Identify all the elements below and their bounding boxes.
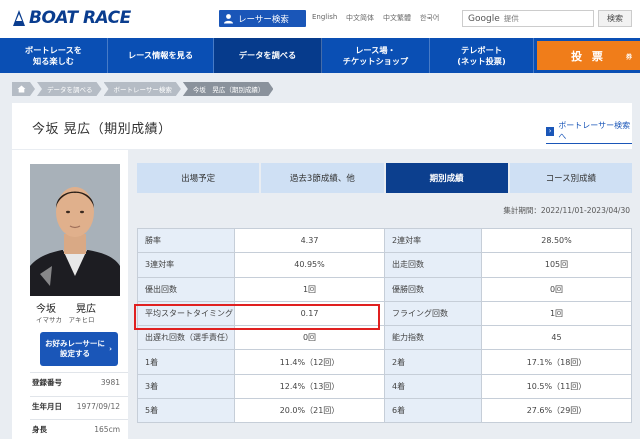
logo-icon [13,10,25,26]
racer-kana: イマサカ アキヒロ [36,316,95,324]
stat-label: 優出回数 [137,276,235,302]
breadcrumb-racer-search[interactable]: ボートレーサー検索 [104,82,181,96]
vote-label: 投 票 [571,49,606,63]
stat-label: 3連対率 [137,252,235,278]
stat-label: 勝率 [137,227,235,254]
stat-value: 28.50% [481,227,632,254]
racer-tabs: 出場予定 過去3節成績、他 期別成績 コース別成績 [137,163,632,193]
nav-data[interactable]: データを調べる [214,38,322,73]
chevron-right-icon: › [546,126,555,136]
breadcrumb-data[interactable]: データを調べる [37,82,102,96]
nav-teleboat[interactable]: テレボート (ネット投票) [430,38,534,73]
lang-english[interactable]: English [312,13,337,21]
lang-zh-hans[interactable]: 中文简体 [346,13,374,23]
nav-label: データを調べる [238,50,297,61]
stat-value: 10.5%（11回） [481,373,632,400]
breadcrumb-home[interactable] [12,82,35,96]
nav-label: レース情報を見る [127,50,194,61]
stat-value: 11.4%（12回） [234,349,385,375]
table-row: 5着 20.0%（21回） 6着 27.6%（29回） [137,398,632,424]
chevron-right-icon: › [109,345,112,353]
racer-photo [30,164,120,296]
stat-label: 優勝回数 [384,276,482,302]
profile-row-height: 身長 165cm [30,419,128,439]
tab-term-results[interactable]: 期別成績 [385,163,508,193]
profile-label: 登録番号 [32,378,62,387]
set-favorite-button[interactable]: お好みレーサーに 設定する › [40,332,118,366]
tab-schedule[interactable]: 出場予定 [137,163,260,193]
table-row: 優出回数 1回 優勝回数 0回 [137,276,632,302]
nav-race-info[interactable]: レース情報を見る [108,38,214,73]
stat-value: 1回 [234,276,385,302]
home-icon [17,85,26,93]
title-panel: 今坂 晃広（期別成績） › ボートレーサー検索へ [12,103,632,149]
nav-stadium-ticket[interactable]: レース場・ チケットショップ [322,38,430,73]
stat-label: 2連対率 [384,227,482,254]
table-row: 3連対率 40.95% 出走回数 105回 [137,252,632,278]
search-button[interactable]: 検索 [598,10,632,27]
stat-label: 出走回数 [384,252,482,278]
racer-search-link[interactable]: › ボートレーサー検索へ [546,120,632,144]
stat-value: 12.4%（13回） [234,373,385,400]
racer-name: 今坂 晃広 [36,304,96,315]
racer-profile: 今坂 晃広 イマサカ アキヒロ お好みレーサーに 設定する › 登録番号 398… [12,150,128,439]
tab-course-results[interactable]: コース別成績 [509,163,632,193]
vote-button[interactable]: 投 票 券 [537,41,640,70]
table-row: 3着 12.4%（13回） 4着 10.5%（11回） [137,373,632,400]
nav-learn-enjoy[interactable]: ボートレースを 知る楽しむ [0,38,108,73]
table-row: 1着 11.4%（12回） 2着 17.1%（18回） [137,349,632,375]
nav-label: ボートレースを 知る楽しむ [25,44,82,66]
stat-label: 6着 [384,398,482,424]
breadcrumb-current: 今坂 晃広（期別成績） [183,82,274,96]
profile-value: 3981 [100,378,120,387]
lang-zh-hant[interactable]: 中文繁體 [383,13,411,23]
stat-label: 2着 [384,349,482,375]
racer-search-button[interactable]: レーサー検索 [219,10,306,27]
stat-label: 5着 [137,398,235,424]
vote-sub: 券 [625,54,632,61]
highlight-box [134,304,380,330]
stat-value: 40.95% [234,252,385,278]
stat-value: 0回 [481,276,632,302]
logo-text: BOAT RACE [29,8,131,28]
set-favorite-label: お好みレーサーに 設定する [45,338,105,358]
stat-value: 45 [481,325,632,351]
racer-portrait-icon [30,164,120,296]
table-row: 勝率 4.37 2連対率 28.50% [137,227,632,254]
stat-label: 4着 [384,373,482,400]
profile-row-birthdate: 生年月日 1977/09/12 [30,396,128,416]
stat-label: フライング回数 [384,300,482,327]
profile-value: 165cm [94,425,120,434]
aggregation-period: 集計期間：2022/11/01-2023/04/30 [503,206,630,215]
stat-value: 4.37 [234,227,385,254]
nav-label: テレボート (ネット投票) [457,44,506,66]
tab-recent-results[interactable]: 過去3節成績、他 [261,163,384,193]
breadcrumb: データを調べる ボートレーサー検索 今坂 晃広（期別成績） [12,82,275,96]
google-label: Google [468,13,500,24]
top-header: BOAT RACE レーサー検索 English 中文简体 中文繁體 한국어 G… [0,0,640,38]
profile-label: 生年月日 [32,402,62,411]
profile-value: 1977/09/12 [76,402,120,411]
stat-label: 1着 [137,349,235,375]
stat-label: 3着 [137,373,235,400]
profile-label: 身長 [32,425,47,434]
nav-label: レース場・ チケットショップ [342,44,409,66]
stat-value: 105回 [481,252,632,278]
racer-icon [224,14,233,24]
stat-value: 17.1%（18回） [481,349,632,375]
profile-row-registration: 登録番号 3981 [30,372,128,392]
racer-search-label: レーサー検索 [238,14,289,25]
stat-value: 20.0%（21回） [234,398,385,424]
stat-label: 能力指数 [384,325,482,351]
stat-value: 1回 [481,300,632,327]
site-logo[interactable]: BOAT RACE [12,8,131,28]
stat-value: 27.6%（29回） [481,398,632,424]
racer-search-link-label: ボートレーサー検索へ [558,121,631,141]
page-title: 今坂 晃広（期別成績） [32,122,172,137]
lang-korean[interactable]: 한국어 [420,13,439,23]
google-placeholder: 提供 [503,14,519,23]
site-search-input[interactable]: Google 提供 [462,10,594,27]
